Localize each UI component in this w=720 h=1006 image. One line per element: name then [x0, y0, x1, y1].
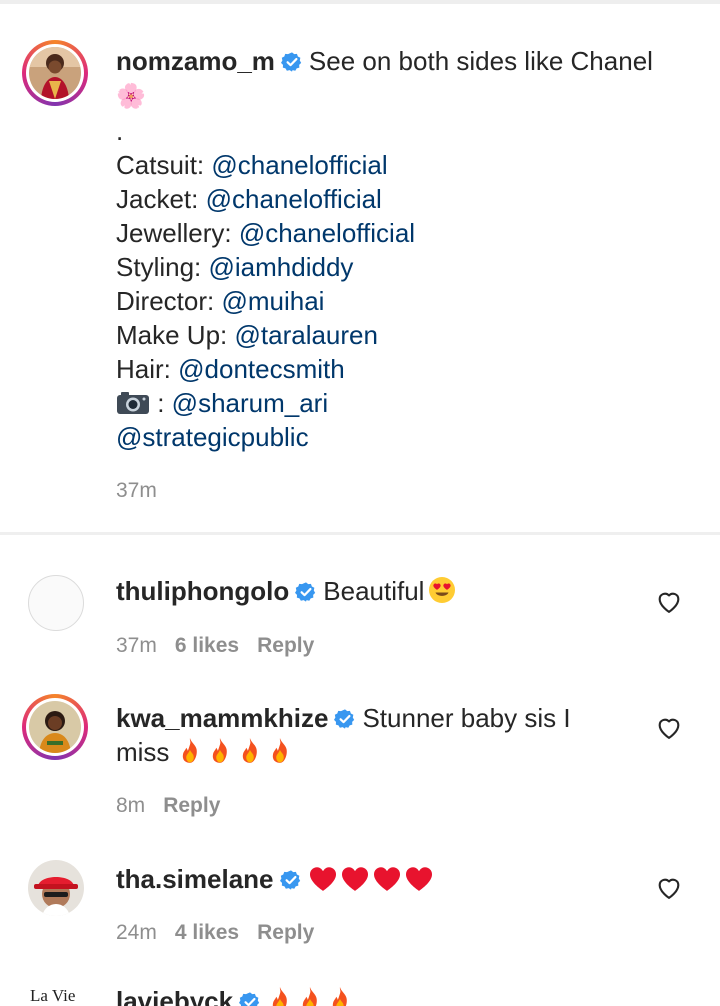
heart-eyes-emoji	[428, 576, 456, 604]
camera-emoji	[117, 392, 149, 414]
comment-body: laviebyck	[116, 984, 656, 1006]
red-heart-emoji	[372, 866, 402, 892]
commenter-avatar-logo[interactable]: La Vie	[30, 986, 86, 1006]
mention-link[interactable]: @dontecsmith	[178, 354, 345, 384]
mention-link[interactable]: @taralauren	[235, 320, 378, 350]
heart-outline-icon[interactable]	[655, 714, 683, 742]
mention-link[interactable]: @chanelofficial	[211, 150, 387, 180]
caption-text-first: See on both sides like Chanel	[308, 46, 653, 76]
verified-badge-icon	[295, 581, 317, 603]
credit-director: Director: @muihai	[116, 286, 325, 316]
mention-link[interactable]: @chanelofficial	[239, 218, 415, 248]
heart-outline-icon[interactable]	[655, 588, 683, 616]
comment-username[interactable]: kwa_mammkhize	[116, 703, 328, 733]
cherry-blossom-emoji: 🌸	[116, 83, 146, 110]
fire-emoji	[297, 986, 323, 1006]
commenter-avatar[interactable]	[22, 694, 88, 760]
verified-badge-icon	[281, 51, 303, 73]
verified-badge-icon	[280, 869, 302, 891]
caption-author-avatar[interactable]	[22, 40, 88, 106]
caption-dot: .	[116, 116, 124, 146]
comment-text: Beautiful	[323, 576, 425, 606]
comment-username[interactable]: thuliphongolo	[116, 576, 289, 606]
verified-badge-icon	[334, 708, 356, 730]
mention-link[interactable]: @iamhdiddy	[209, 252, 354, 282]
caption-username[interactable]: nomzamo_m	[116, 46, 275, 76]
top-divider	[0, 0, 720, 4]
mention-link[interactable]: @strategicpublic	[116, 422, 309, 452]
comment-text-continued: miss	[116, 737, 170, 767]
section-divider	[0, 532, 720, 535]
verified-badge-icon	[239, 991, 261, 1006]
mention-link[interactable]: @chanelofficial	[206, 184, 382, 214]
comment-meta: 37m 6 likes Reply	[116, 634, 314, 658]
credit-makeup: Make Up: @taralauren	[116, 320, 378, 350]
comment-meta: 24m 4 likes Reply	[116, 921, 314, 945]
comment-body: tha.simelane	[116, 862, 656, 896]
red-heart-emoji	[308, 866, 338, 892]
credit-styling: Styling: @iamhdiddy	[116, 252, 354, 282]
commenter-avatar[interactable]	[28, 575, 84, 631]
credit-catsuit: Catsuit: @chanelofficial	[116, 150, 388, 180]
reply-button[interactable]: Reply	[163, 794, 220, 817]
credit-jacket: Jacket: @chanelofficial	[116, 184, 382, 214]
comment-meta: 8m Reply	[116, 794, 220, 818]
mention-link[interactable]: @muihai	[221, 286, 324, 316]
commenter-avatar[interactable]	[28, 860, 84, 916]
mention-link[interactable]: @sharum_ari	[172, 388, 328, 418]
red-heart-emoji	[340, 866, 370, 892]
fire-emoji	[267, 737, 293, 765]
reply-button[interactable]: Reply	[257, 634, 314, 657]
comment-time: 8m	[116, 794, 146, 817]
fire-emoji	[327, 986, 353, 1006]
reply-button[interactable]: Reply	[257, 921, 314, 944]
comment-time: 24m	[116, 921, 157, 944]
comment-time: 37m	[116, 634, 157, 657]
comment-username[interactable]: tha.simelane	[116, 864, 274, 894]
caption-timestamp: 37m	[116, 479, 157, 502]
comment-username[interactable]: laviebyck	[116, 986, 233, 1006]
comment-body: thuliphongolo Beautiful	[116, 574, 656, 608]
comment-likes[interactable]: 6 likes	[175, 634, 239, 657]
credit-photographer: : @sharum_ari	[116, 386, 686, 420]
fire-emoji	[237, 737, 263, 765]
caption-text: nomzamo_m See on both sides like Chanel 🌸…	[116, 44, 686, 454]
comment-likes[interactable]: 4 likes	[175, 921, 239, 944]
credit-hair: Hair: @dontecsmith	[116, 354, 345, 384]
heart-outline-icon[interactable]	[655, 874, 683, 902]
red-heart-emoji	[404, 866, 434, 892]
fire-emoji	[267, 986, 293, 1006]
fire-emoji	[177, 737, 203, 765]
comment-text: Stunner baby sis I	[362, 703, 571, 733]
fire-emoji	[207, 737, 233, 765]
comment-body: kwa_mammkhize Stunner baby sis I miss	[116, 701, 656, 769]
credit-jewellery: Jewellery: @chanelofficial	[116, 218, 416, 248]
